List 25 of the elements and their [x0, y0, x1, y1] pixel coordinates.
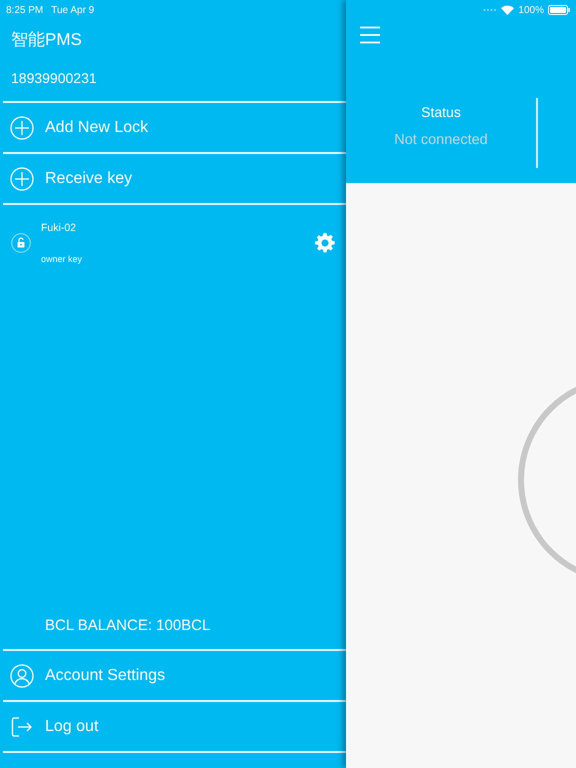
lock-item[interactable]: Fuki-02 owner key: [0, 205, 346, 281]
clock-time: 8:25 PM: [6, 4, 44, 16]
plus-circle-icon: [10, 116, 34, 140]
battery-icon: [548, 5, 570, 15]
settings-icon[interactable]: [315, 233, 335, 253]
signal-dots-icon: [483, 8, 498, 12]
menu-item[interactable]: Receive key: [0, 154, 346, 203]
status-value: Not connected: [394, 132, 488, 148]
menu-icon[interactable]: [360, 26, 380, 44]
user-circle-icon: [10, 664, 34, 688]
battery-percent: 100%: [518, 4, 544, 16]
balance-text: BCL BALANCE: 100BCL: [44, 616, 212, 636]
status-label: Status: [421, 104, 461, 120]
menu-item[interactable]: Add New Lock: [0, 103, 346, 152]
date-text: Tue Apr 9: [51, 4, 94, 16]
menu-item[interactable]: Log out: [0, 702, 346, 751]
menu-item[interactable]: Account Settings: [0, 651, 346, 700]
key-role: owner key: [41, 254, 84, 264]
plus-circle-icon: [10, 166, 34, 190]
padlock-icon: [10, 233, 30, 253]
logout-icon: [10, 716, 32, 736]
phone-number: 18939900231: [11, 69, 98, 88]
lock-name: Fuki-02: [41, 222, 78, 234]
wifi-icon: [501, 5, 514, 15]
app-title: 智能PMS: [11, 30, 83, 50]
